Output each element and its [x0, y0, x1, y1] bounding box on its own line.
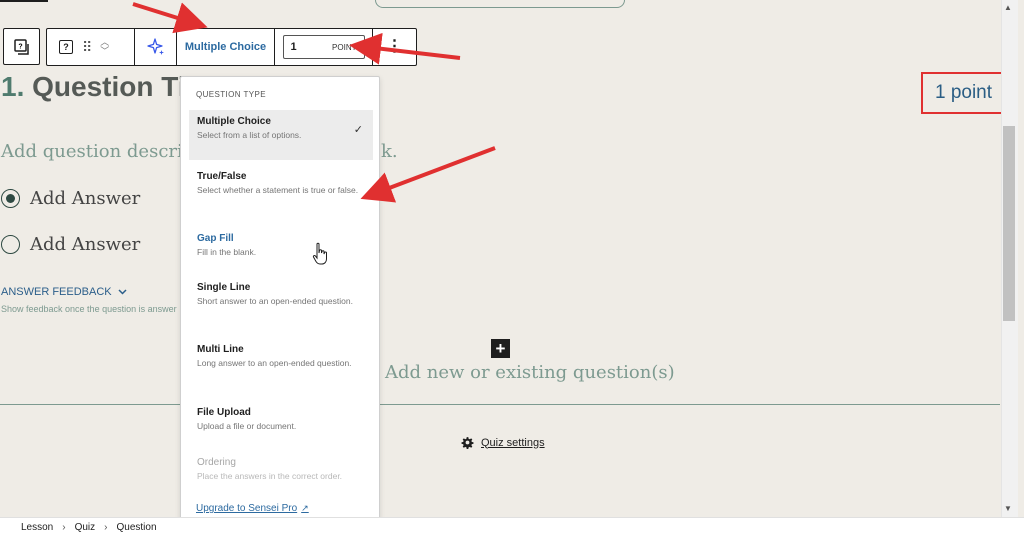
scroll-up-arrow-icon[interactable]: ▲ — [1004, 3, 1012, 12]
checkmark-icon: ✓ — [353, 124, 363, 136]
option-description: Long answer to an open-ended question. — [197, 358, 352, 368]
question-block-icon[interactable]: ? — [59, 40, 73, 54]
svg-text:?: ? — [18, 43, 22, 50]
answer-feedback-label: ANSWER FEEDBACK — [1, 286, 112, 298]
chevron-down-icon — [118, 289, 127, 295]
option-description: Short answer to an open-ended question. — [197, 296, 353, 306]
question-type-option-multiple-choice[interactable]: Multiple Choice Select from a list of op… — [189, 110, 373, 160]
question-type-label: Multiple Choice — [184, 41, 267, 53]
answer-text[interactable]: Add Answer — [30, 188, 140, 209]
add-block-button[interactable]: + — [491, 339, 510, 358]
question-type-option-multi-line[interactable]: Multi Line Long answer to an open-ended … — [189, 338, 373, 375]
question-points-display: 1 point — [921, 72, 1006, 114]
select-parent-quiz-button[interactable]: ? — [3, 28, 40, 65]
option-title: File Upload — [197, 407, 251, 418]
gear-icon — [461, 437, 474, 449]
question-type-option-file-upload[interactable]: File Upload Upload a file or document. — [189, 401, 373, 438]
question-number: 1. — [1, 71, 25, 102]
sparkle-icon — [146, 38, 164, 55]
top-edge-bar — [0, 0, 48, 2]
quiz-settings-label: Quiz settings — [481, 436, 545, 449]
breadcrumb-question[interactable]: Question — [117, 522, 157, 533]
chevron-right-icon: › — [104, 521, 108, 533]
scroll-down-arrow-icon[interactable]: ▼ — [1004, 504, 1012, 513]
hand-pointer-cursor-icon — [312, 242, 327, 265]
points-group: 1 POINT — [275, 29, 373, 65]
question-type-option-true-false[interactable]: True/False Select whether a statement is… — [189, 165, 373, 202]
option-title: True/False — [197, 171, 247, 182]
dropdown-heading: QUESTION TYPE — [196, 90, 266, 99]
scrollbar-thumb[interactable] — [1003, 126, 1015, 321]
question-type-button[interactable]: Multiple Choice — [177, 29, 275, 65]
question-type-option-gap-fill[interactable]: Gap Fill Fill in the blank. — [189, 227, 373, 264]
drag-handle-icon[interactable]: ⠿ — [82, 40, 92, 54]
option-title: Ordering — [197, 457, 236, 468]
question-description-tail: k. — [381, 141, 398, 162]
option-title: Multi Line — [197, 344, 244, 355]
external-link-icon: ↗ — [301, 503, 309, 513]
annotation-arrow-question-type — [132, 2, 208, 34]
more-vertical-icon: ⋮ — [386, 38, 403, 55]
option-description: Select from a list of options. — [197, 130, 302, 140]
upgrade-label: Upgrade to Sensei Pro — [196, 503, 298, 514]
quiz-block-icon: ? — [13, 38, 29, 55]
answer-option[interactable]: Add Answer — [1, 188, 140, 209]
breadcrumb-lesson[interactable]: Lesson — [21, 522, 53, 533]
question-type-dropdown: QUESTION TYPE Multiple Choice Select fro… — [180, 76, 380, 531]
option-description: Select whether a statement is true or fa… — [197, 185, 359, 195]
option-title: Gap Fill — [197, 233, 234, 244]
points-input[interactable]: 1 POINT — [282, 35, 365, 59]
upgrade-link[interactable]: Upgrade to Sensei Pro ↗ — [196, 503, 309, 514]
answer-radio-selected[interactable] — [1, 189, 20, 208]
block-breadcrumb: Lesson › Quiz › Question — [0, 517, 1024, 536]
option-title: Multiple Choice — [197, 116, 271, 127]
question-title[interactable]: 1. Question Ti — [1, 71, 186, 103]
option-title: Single Line — [197, 282, 251, 293]
add-question-prompt[interactable]: Add new or existing question(s) — [385, 362, 675, 383]
question-type-option-ordering: Ordering Place the answers in the correc… — [189, 451, 373, 488]
option-description: Fill in the blank. — [197, 247, 257, 257]
option-description: Upload a file or document. — [197, 421, 297, 431]
move-down-icon[interactable]: ﹀ — [100, 47, 109, 56]
breadcrumb-quiz[interactable]: Quiz — [75, 522, 96, 533]
block-toolbar: ? ⠿ ︿ ﹀ Multiple Choice 1 POINT ⋮ — [46, 28, 417, 66]
top-block-outline — [375, 0, 625, 8]
answer-feedback-help: Show feedback once the question is answe… — [1, 304, 177, 314]
question-title-text: Question Ti — [32, 71, 186, 102]
toolbar-block-group: ? ⠿ ︿ ﹀ — [47, 29, 135, 65]
answer-radio[interactable] — [1, 235, 20, 254]
question-type-option-single-line[interactable]: Single Line Short answer to an open-ende… — [189, 276, 373, 313]
ai-assist-button[interactable] — [135, 29, 177, 65]
more-options-button[interactable]: ⋮ — [373, 29, 416, 65]
answer-text[interactable]: Add Answer — [30, 234, 140, 255]
answer-option[interactable]: Add Answer — [1, 234, 140, 255]
points-unit-label: POINT — [332, 42, 357, 52]
quiz-settings-link[interactable]: Quiz settings — [461, 436, 545, 449]
quiz-divider — [0, 404, 1000, 405]
option-description: Place the answers in the correct order. — [197, 471, 343, 481]
move-controls: ︿ ﹀ — [100, 38, 109, 56]
answer-feedback-toggle[interactable]: ANSWER FEEDBACK — [1, 286, 127, 298]
chevron-right-icon: › — [62, 521, 66, 533]
points-value: 1 — [290, 41, 297, 53]
